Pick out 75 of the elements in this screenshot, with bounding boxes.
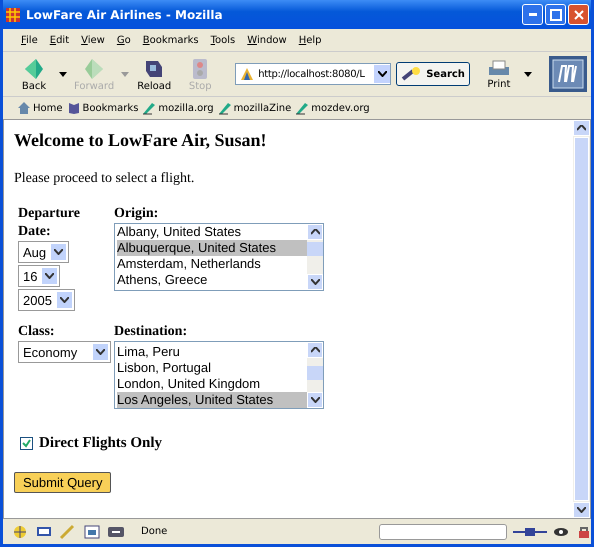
dropdown-arrow-icon[interactable] <box>524 72 532 76</box>
list-option[interactable]: Albany, United States <box>117 224 307 240</box>
padlock-icon <box>577 524 591 538</box>
bookmark-icon <box>295 101 310 115</box>
dropdown-arrow-icon[interactable] <box>59 72 67 76</box>
list-option[interactable]: Los Angeles, United States <box>117 392 307 408</box>
chevron-down-icon[interactable] <box>378 71 387 77</box>
list-option[interactable]: London, United Kingdom <box>117 376 307 392</box>
home-icon <box>17 101 31 115</box>
page-heading: Welcome to LowFare Air, Susan! <box>14 130 268 151</box>
close-icon <box>572 8 584 20</box>
list-option[interactable]: Athens, Greece <box>117 272 307 288</box>
status-text: Done <box>140 526 168 537</box>
menu-item[interactable]: Window <box>241 34 293 46</box>
submit-button[interactable]: Submit Query <box>14 472 112 493</box>
menu-item[interactable]: Help <box>292 34 328 46</box>
search-button[interactable]: Search <box>396 62 470 86</box>
chevron-down-icon <box>54 249 64 255</box>
grid-icon <box>5 6 21 22</box>
class-label: Class: <box>18 323 56 341</box>
bookmark-link[interactable]: mozillaZine <box>218 101 292 115</box>
chevron-down-icon <box>96 349 105 355</box>
scroll-thumb[interactable] <box>307 366 323 380</box>
url-field[interactable]: http://localhost:8080/L <box>235 63 392 85</box>
book-icon <box>66 101 81 115</box>
window-title: LowFare Air Airlines - Mozilla <box>26 8 224 22</box>
maximize-icon <box>550 8 562 20</box>
scrollbar[interactable] <box>307 342 323 408</box>
chevron-up-icon[interactable] <box>310 229 320 235</box>
scroll-thumb[interactable] <box>574 137 589 501</box>
print-button[interactable]: Print <box>478 58 520 90</box>
class-select[interactable]: Economy <box>18 341 111 363</box>
chevron-up-icon[interactable] <box>577 125 586 131</box>
checkbox[interactable] <box>20 437 33 450</box>
toolbar-button[interactable]: Back <box>13 56 55 92</box>
page-scrollbar[interactable] <box>573 120 590 518</box>
chevron-down-icon <box>45 273 54 279</box>
year-select[interactable]: 2005 <box>18 289 75 311</box>
bookmark-link[interactable]: mozilla.org <box>142 101 214 115</box>
plug-icon <box>513 526 547 538</box>
menu-item[interactable]: Go <box>110 34 137 46</box>
bookmark-icon <box>142 101 156 115</box>
menu-item[interactable]: Tools <box>204 34 242 46</box>
intro-text: Please proceed to select a flight. <box>14 171 196 187</box>
scroll-thumb[interactable] <box>307 242 323 256</box>
toolbar-button[interactable]: Reload <box>133 56 176 92</box>
minimize-button[interactable] <box>522 4 543 25</box>
bookmark-link[interactable]: mozdev.org <box>295 101 370 115</box>
month-select[interactable]: Aug <box>18 241 70 263</box>
list-option[interactable]: Lima, Peru <box>117 344 307 360</box>
scrollbar[interactable] <box>307 224 323 290</box>
close-button[interactable] <box>568 4 589 25</box>
list-option[interactable]: Lisbon, Portugal <box>117 360 307 376</box>
chevron-down-icon[interactable] <box>310 397 320 403</box>
menu-item[interactable]: File <box>15 34 44 46</box>
bookmark-link[interactable]: Bookmarks <box>66 101 138 115</box>
destination-label: Destination: <box>114 323 188 341</box>
list-option[interactable]: Albuquerque, United States <box>117 240 307 256</box>
chevron-up-icon[interactable] <box>310 347 320 353</box>
origin-label: Origin: <box>114 205 160 223</box>
logo-icon <box>549 56 587 92</box>
minimize-icon <box>528 13 536 16</box>
list-option[interactable]: Amsterdam, Netherlands <box>117 256 307 272</box>
chevron-down-icon[interactable] <box>310 279 320 285</box>
maximize-button[interactable] <box>545 4 566 25</box>
bookmark-icon <box>218 101 232 115</box>
menu-item[interactable]: View <box>75 34 111 46</box>
bookmark-link[interactable]: Home <box>17 101 63 115</box>
departure-date-label: Departure Date: <box>18 205 81 241</box>
checkbox-label: Direct Flights Only <box>39 435 162 452</box>
chevron-down-icon[interactable] <box>577 507 586 513</box>
day-select[interactable]: 16 <box>18 265 60 287</box>
menu-item[interactable]: Edit <box>44 34 76 46</box>
menu-item[interactable]: Bookmarks <box>136 34 205 46</box>
chevron-down-icon <box>60 297 69 303</box>
